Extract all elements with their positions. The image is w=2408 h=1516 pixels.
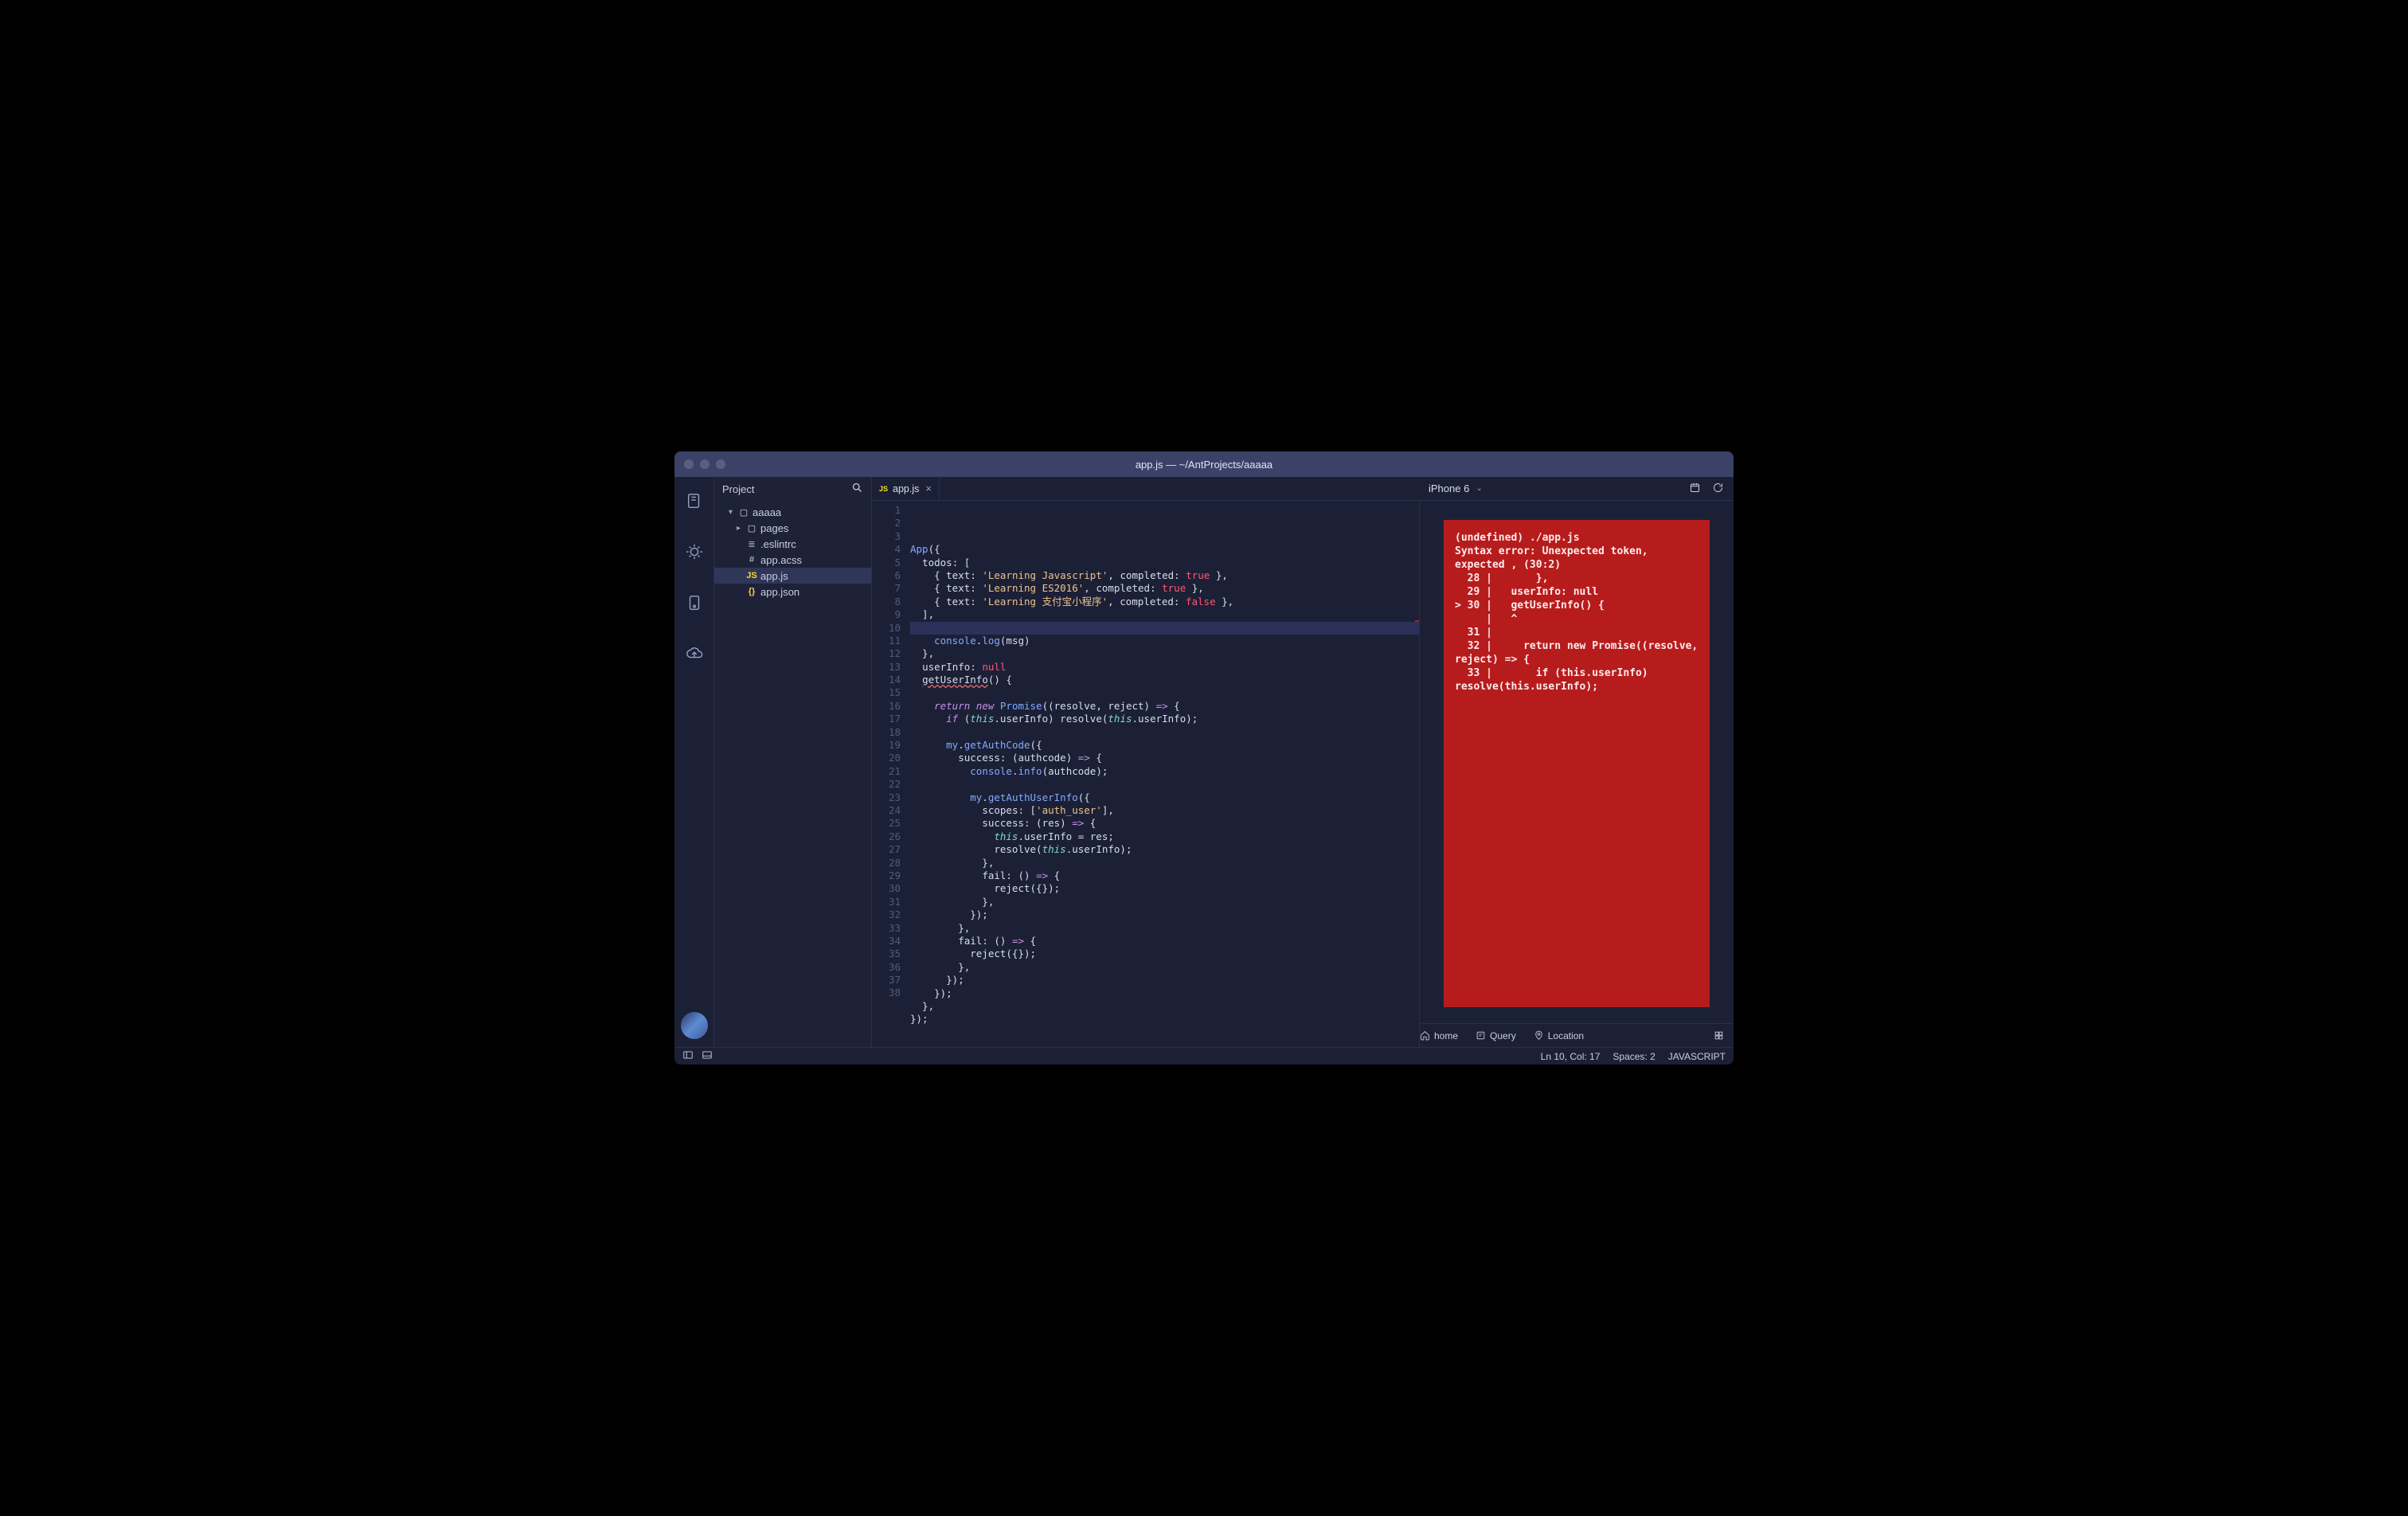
app-window: app.js — ~/AntProjects/aaaaa Project: [674, 451, 1734, 1065]
chevron-right-icon: ▸: [737, 524, 743, 533]
refresh-icon[interactable]: [1712, 482, 1724, 496]
tree-label: aaaaa: [752, 506, 781, 518]
tree-file-eslintrc[interactable]: ≣ .eslintrc: [714, 536, 871, 552]
chevron-down-icon: ▾: [729, 508, 735, 517]
folder-icon: ▢: [738, 507, 749, 518]
close-tab-icon[interactable]: ×: [925, 483, 932, 494]
tree-file-appjs[interactable]: JS app.js: [714, 568, 871, 584]
footer-location-button[interactable]: Location: [1534, 1030, 1584, 1041]
footer-query-button[interactable]: Query: [1476, 1030, 1516, 1041]
tree-label: pages: [760, 522, 788, 534]
js-file-icon: JS: [746, 571, 757, 580]
footer-label: Query: [1490, 1030, 1516, 1041]
tools-icon[interactable]: [679, 588, 710, 617]
tree-file-appacss[interactable]: # app.acss: [714, 552, 871, 568]
tree-folder-pages[interactable]: ▸ ▢ pages: [714, 520, 871, 536]
tab-label: app.js: [893, 483, 919, 494]
user-avatar[interactable]: [681, 1012, 708, 1039]
minimap-error-marker: [1415, 620, 1419, 628]
footer-grid-icon[interactable]: [1714, 1030, 1724, 1041]
chevron-down-icon[interactable]: ⌄: [1476, 484, 1482, 493]
tree-folder-root[interactable]: ▾ ▢ aaaaa: [714, 504, 871, 520]
main-area: Project ▾ ▢ aaaaa ▸ ▢ pages ≣: [674, 477, 1734, 1047]
js-file-icon: JS: [879, 485, 888, 493]
explorer-header: Project: [714, 477, 871, 501]
footer-home-button[interactable]: home: [1420, 1030, 1458, 1041]
calendar-icon[interactable]: [1689, 482, 1701, 496]
panel-left-icon[interactable]: [682, 1049, 694, 1063]
status-spaces[interactable]: Spaces: 2: [1612, 1051, 1655, 1062]
simulator-viewport: (undefined) ./app.js Syntax error: Unexp…: [1420, 501, 1734, 1023]
editor-body: 1234567891011121314151617181920212223242…: [872, 501, 1734, 1047]
activity-bar: [674, 477, 714, 1047]
explorer-title: Project: [722, 483, 754, 495]
tree-label: app.json: [760, 586, 799, 598]
folder-icon: ▢: [746, 523, 757, 533]
status-cursor[interactable]: Ln 10, Col: 17: [1541, 1051, 1601, 1062]
tree-file-appjson[interactable]: {} app.json: [714, 584, 871, 600]
simulator-toolbar: iPhone 6 ⌄: [1419, 477, 1734, 500]
tree-label: app.js: [760, 570, 788, 582]
simulator-footer: home Query Location: [1420, 1023, 1734, 1047]
status-language[interactable]: JAVASCRIPT: [1668, 1051, 1726, 1062]
debug-icon[interactable]: [679, 537, 710, 566]
tree-label: app.acss: [760, 554, 802, 566]
footer-label: Location: [1548, 1030, 1584, 1041]
file-icon: ≣: [746, 539, 757, 549]
simulator-panel: (undefined) ./app.js Syntax error: Unexp…: [1419, 501, 1734, 1047]
panel-bottom-icon[interactable]: [702, 1049, 713, 1063]
file-tree: ▾ ▢ aaaaa ▸ ▢ pages ≣ .eslintrc #: [714, 501, 871, 600]
title-bar: app.js — ~/AntProjects/aaaaa: [674, 451, 1734, 477]
editor-column: JS app.js × iPhone 6 ⌄ 12345678910111: [872, 477, 1734, 1047]
json-file-icon: {}: [746, 587, 757, 596]
explorer-icon[interactable]: [679, 486, 710, 515]
tree-label: .eslintrc: [760, 538, 796, 550]
search-icon[interactable]: [851, 482, 863, 496]
cloud-upload-icon[interactable]: [679, 639, 710, 668]
window-title: app.js — ~/AntProjects/aaaaa: [674, 459, 1734, 471]
code-area[interactable]: App({ todos: [ { text: 'Learning Javascr…: [910, 501, 1419, 1047]
footer-label: home: [1434, 1030, 1458, 1041]
project-explorer: Project ▾ ▢ aaaaa ▸ ▢ pages ≣: [714, 477, 872, 1047]
line-gutter: 1234567891011121314151617181920212223242…: [872, 501, 910, 1047]
css-file-icon: #: [746, 555, 757, 565]
tab-appjs[interactable]: JS app.js ×: [872, 477, 940, 500]
device-label[interactable]: iPhone 6: [1429, 483, 1469, 494]
editor-tabs: JS app.js × iPhone 6 ⌄: [872, 477, 1734, 501]
status-bar: Ln 10, Col: 17 Spaces: 2 JAVASCRIPT: [674, 1047, 1734, 1065]
error-message: (undefined) ./app.js Syntax error: Unexp…: [1444, 520, 1710, 1007]
